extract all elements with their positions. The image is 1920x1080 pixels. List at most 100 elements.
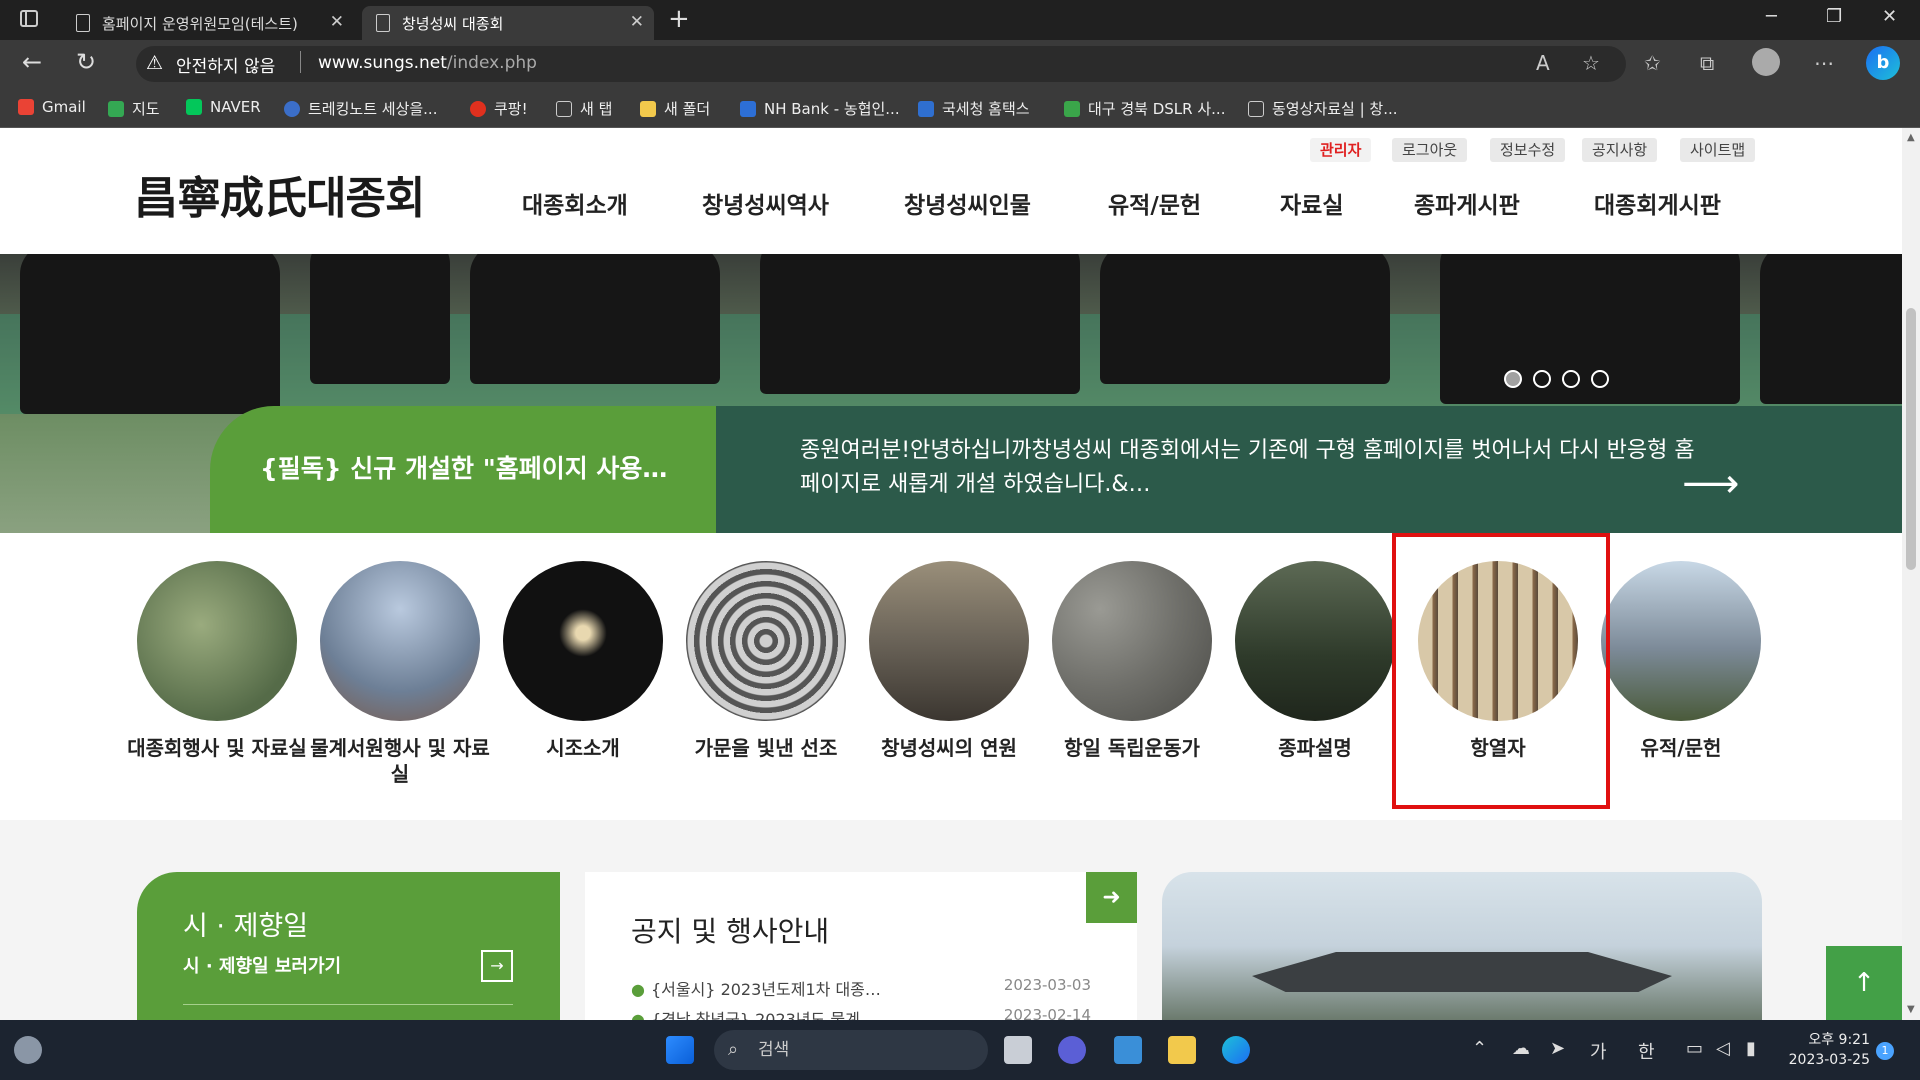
teams-icon[interactable] xyxy=(1058,1036,1086,1064)
tab-active-sungs[interactable]: 창녕성씨 대종회 ✕ xyxy=(362,6,654,40)
bookmark-coupang[interactable]: 쿠팡! xyxy=(470,98,528,119)
page-scrollbar[interactable]: ▲ ▼ xyxy=(1902,128,1920,1020)
warning-icon[interactable]: ⚠ xyxy=(146,52,163,74)
nav-item-clan-board[interactable]: 대종회게시판 xyxy=(1594,186,1721,220)
network-icon[interactable]: ▭ xyxy=(1686,1038,1703,1059)
quick-link-origin[interactable]: 창녕성씨의 연원 xyxy=(857,561,1041,761)
security-status[interactable]: 안전하지 않음 xyxy=(176,52,275,77)
quick-link-relics[interactable]: 유적/문헌 xyxy=(1589,561,1773,761)
quick-link-events[interactable]: 대종회행사 및 자료실 xyxy=(125,561,309,761)
profile-avatar[interactable] xyxy=(1752,48,1780,76)
list-item[interactable]: ● {경남 창녕군} 2023년도 물계… 2023-02-14 xyxy=(631,1006,1091,1020)
close-tab-icon[interactable]: ✕ xyxy=(630,12,644,32)
more-icon[interactable]: ⋯ xyxy=(1814,51,1834,75)
collections-icon[interactable]: ⧉ xyxy=(1700,51,1714,75)
arrow-right-icon[interactable]: ⟶ xyxy=(1682,461,1739,507)
tab-operating-committee[interactable]: 홈페이지 운영위원모임(테스트) ✕ xyxy=(62,6,354,40)
bookmark-new-tab[interactable]: 새 탭 xyxy=(556,98,612,119)
bookmark-new-folder[interactable]: 새 폴더 xyxy=(640,98,710,119)
scroll-up-arrow-icon[interactable]: ▲ xyxy=(1907,132,1915,143)
list-item[interactable]: ● {서울시} 2023년도제1차 대종… 2023-03-03 xyxy=(631,976,1091,1000)
notice-link[interactable]: 공지사항 xyxy=(1582,138,1658,162)
bookmark-nh-bank[interactable]: NH Bank - 농협인... xyxy=(740,98,900,119)
nav-item-archive[interactable]: 자료실 xyxy=(1280,186,1343,220)
close-window-button[interactable]: ✕ xyxy=(1882,6,1897,27)
restore-button[interactable]: ❐ xyxy=(1826,6,1842,27)
slide-dot[interactable] xyxy=(1533,370,1551,388)
nav-item-history[interactable]: 창녕성씨역사 xyxy=(702,186,829,220)
edge-icon[interactable] xyxy=(1222,1036,1250,1064)
nav-item-people[interactable]: 창녕성씨인물 xyxy=(904,186,1031,220)
quick-link-ancestors[interactable]: 가문을 빛낸 선조 xyxy=(674,561,858,761)
bookmark-label: 대구 경북 DSLR 사... xyxy=(1088,100,1226,118)
hanok-photo-card[interactable] xyxy=(1162,872,1762,1020)
file-explorer-icon[interactable] xyxy=(1168,1036,1196,1064)
quick-link-label: 유적/문헌 xyxy=(1640,736,1722,760)
slide-dot[interactable] xyxy=(1591,370,1609,388)
scroll-down-arrow-icon[interactable]: ▼ xyxy=(1907,1004,1915,1015)
ime-hangul-toggle[interactable]: 한 xyxy=(1638,1038,1655,1064)
back-icon[interactable]: ← xyxy=(22,48,42,76)
ritual-day-card[interactable]: 시 · 제향일 시 · 제향일 보러가기 → xyxy=(137,872,560,1020)
site-logo[interactable]: 昌寧成氏대종회 xyxy=(134,162,425,226)
favorites-icon[interactable]: ✩ xyxy=(1644,51,1661,75)
globe-icon xyxy=(284,100,300,117)
address-bar-row: ← ↻ ⚠ 안전하지 않음 www.sungs.net/index.php A … xyxy=(0,40,1920,88)
bookmark-trekking[interactable]: 트레킹노트 세상을... xyxy=(284,98,437,119)
bookmark-naver[interactable]: NAVER xyxy=(186,98,261,116)
nav-item-about[interactable]: 대종회소개 xyxy=(522,186,628,220)
hero-image-figure xyxy=(20,254,280,414)
task-view-icon[interactable] xyxy=(1004,1036,1032,1064)
bookmark-dslr[interactable]: 대구 경북 DSLR 사... xyxy=(1064,98,1225,119)
hero-notice-title[interactable]: {필독} 신규 개설한 "홈페이지 사용… xyxy=(210,406,716,533)
notice-board-card: 공지 및 행사안내 ➜ ● {서울시} 2023년도제1차 대종… 2023-03-… xyxy=(585,872,1137,1020)
sitemap-link[interactable]: 사이트맵 xyxy=(1680,138,1756,162)
chevron-up-icon[interactable]: ⌃ xyxy=(1472,1038,1487,1059)
bing-icon[interactable]: b xyxy=(1866,46,1900,80)
bookmark-video[interactable]: 동영상자료실 | 창... xyxy=(1248,98,1398,119)
browser-tab-bar: 홈페이지 운영위원모임(테스트) ✕ 창녕성씨 대종회 ✕ + ─ ❐ ✕ xyxy=(0,0,1920,40)
volume-muted-icon[interactable]: ◁ xyxy=(1716,1038,1730,1059)
quick-link-seowon[interactable]: 물계서원행사 및 자료실 xyxy=(308,561,492,787)
quick-link-founder[interactable]: 시조소개 xyxy=(491,561,675,761)
hero-notice-body[interactable]: 종원여러분!안녕하십니까창녕성씨 대종회에서는 기존에 구형 홈페이지를 벗어나… xyxy=(716,406,1902,533)
read-aloud-icon[interactable]: A xyxy=(1536,51,1550,75)
quick-link-branches[interactable]: 종파설명 xyxy=(1223,561,1407,761)
new-tab-button[interactable]: + xyxy=(668,4,690,34)
logout-link[interactable]: 로그아웃 xyxy=(1392,138,1468,162)
ime-korean-toggle[interactable]: 가 xyxy=(1590,1038,1607,1064)
notification-badge[interactable]: 1 xyxy=(1876,1042,1894,1060)
bookmark-hometax[interactable]: 국세청 홈택스 xyxy=(918,98,1030,119)
scroll-to-top-button[interactable]: ↑ xyxy=(1826,946,1902,1020)
admin-link[interactable]: 관리자 xyxy=(1310,138,1372,162)
scrollbar-thumb[interactable] xyxy=(1906,308,1916,570)
nav-item-branch-board[interactable]: 종파게시판 xyxy=(1414,186,1520,220)
ritual-day-link[interactable]: 시 · 제향일 보러가기 xyxy=(183,952,341,978)
tab-actions-icon[interactable] xyxy=(20,10,38,27)
bookmark-gmail[interactable]: Gmail xyxy=(18,98,86,116)
slide-dot[interactable] xyxy=(1504,370,1522,388)
edit-profile-link[interactable]: 정보수정 xyxy=(1490,138,1566,162)
url-text[interactable]: www.sungs.net/index.php xyxy=(318,53,537,73)
system-clock[interactable]: 오후 9:21 2023-03-25 xyxy=(1786,1030,1870,1070)
taskbar-search[interactable]: ⌕ 검색 xyxy=(714,1030,988,1070)
more-arrow-icon[interactable]: ➜ xyxy=(1086,872,1137,923)
weather-icon[interactable] xyxy=(14,1036,42,1064)
location-icon[interactable]: ➤ xyxy=(1550,1038,1565,1059)
notepad-icon[interactable] xyxy=(1114,1036,1142,1064)
nav-item-heritage[interactable]: 유적/문헌 xyxy=(1108,186,1201,220)
onedrive-icon[interactable]: ☁ xyxy=(1512,1038,1530,1059)
start-icon[interactable] xyxy=(666,1036,694,1064)
minimize-button[interactable]: ─ xyxy=(1766,6,1777,27)
quick-link-label: 가문을 빛낸 선조 xyxy=(694,736,838,760)
close-tab-icon[interactable]: ✕ xyxy=(330,12,344,32)
slide-dot[interactable] xyxy=(1562,370,1580,388)
battery-icon[interactable]: ▮ xyxy=(1746,1038,1756,1059)
add-favorite-icon[interactable]: ☆ xyxy=(1582,51,1600,75)
highlight-box xyxy=(1392,533,1610,809)
bookmark-map[interactable]: 지도 xyxy=(108,98,160,119)
refresh-icon[interactable]: ↻ xyxy=(76,48,96,76)
new-tab-icon xyxy=(556,100,572,117)
arrow-right-icon[interactable]: → xyxy=(481,950,513,982)
quick-link-independence[interactable]: 항일 독립운동가 xyxy=(1040,561,1224,761)
